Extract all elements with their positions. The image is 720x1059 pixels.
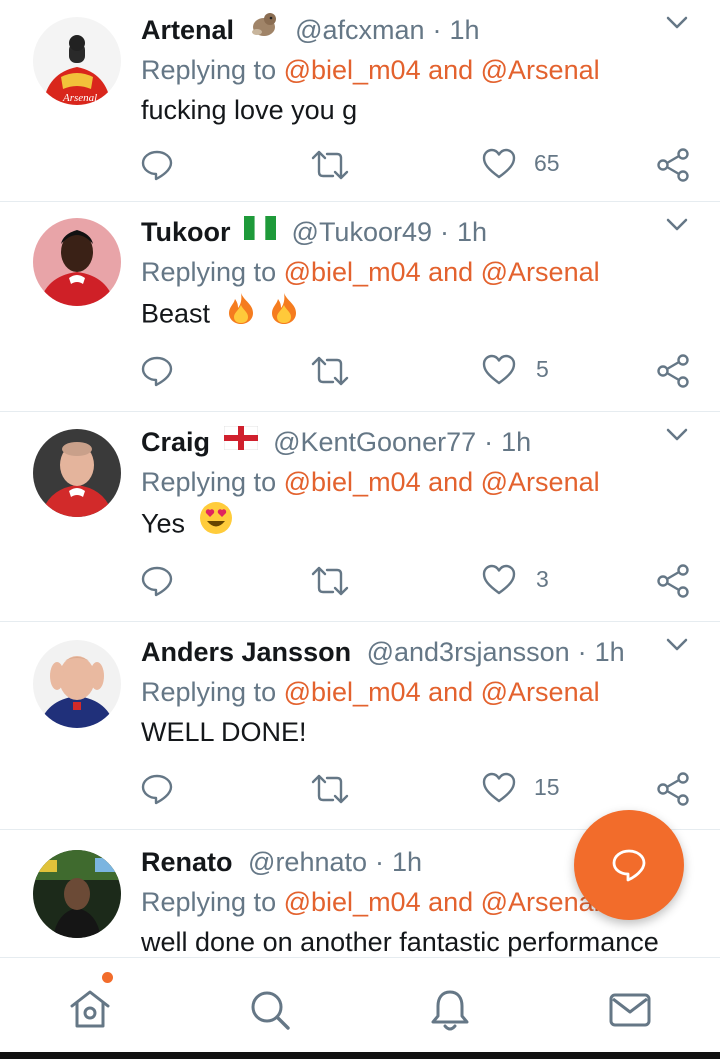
tweet-text: fucking love you g (141, 95, 358, 125)
avatar-image: Arsenal (33, 17, 121, 105)
like-count: 5 (536, 356, 549, 382)
retweet-icon[interactable] (311, 148, 349, 182)
share-icon[interactable] (656, 772, 690, 806)
avatar-image (33, 429, 121, 517)
timestamp: 1h (392, 847, 423, 877)
user-handle[interactable]: @KentGooner77 (273, 427, 476, 457)
tab-search[interactable] (246, 986, 294, 1034)
like-count: 65 (534, 150, 560, 176)
mention-link[interactable]: @biel_m04 and @Arsenal (284, 55, 600, 85)
mention-link[interactable]: @biel_m04 and @Arsenal (284, 887, 600, 917)
compose-reply-icon (612, 849, 646, 882)
avatar[interactable] (33, 850, 121, 938)
share-icon[interactable] (656, 354, 690, 388)
display-name[interactable]: Craig (141, 427, 210, 457)
mention-link[interactable]: @biel_m04 and @Arsenal (284, 677, 600, 707)
tweet-actions: 3 (0, 562, 720, 602)
share-icon[interactable] (656, 148, 690, 182)
display-name[interactable]: Tukoor (141, 217, 231, 247)
like-icon[interactable] (482, 354, 516, 386)
tweet-reply[interactable]: Arsenal Artenal @afcxman · 1h Replying to … (0, 0, 720, 202)
tab-notifications[interactable] (426, 986, 474, 1034)
tweet-text: Yes (141, 501, 233, 547)
replying-to: Replying to @biel_m04 and @Arsenal (141, 677, 600, 707)
fire-emoji (267, 291, 301, 334)
tweet-actions: 15 (0, 770, 720, 810)
like-icon[interactable] (482, 148, 516, 180)
notification-dot (102, 972, 113, 983)
timestamp: 1h (457, 217, 488, 247)
like-icon[interactable] (482, 564, 516, 596)
tweet-header: Tukoor @Tukoor49 · 1h (141, 214, 680, 250)
replying-to: Replying to @biel_m04 and @Arsenal (141, 467, 600, 497)
like-count: 15 (534, 774, 560, 800)
reply-icon[interactable] (140, 772, 174, 806)
chevron-down-icon[interactable] (666, 16, 688, 32)
tweet-text: WELL DONE! (141, 717, 307, 747)
avatar[interactable] (33, 640, 121, 728)
heart-eyes-emoji (199, 501, 233, 544)
search-icon (251, 991, 290, 1030)
chevron-down-icon[interactable] (666, 428, 688, 444)
display-name[interactable]: Artenal (141, 15, 234, 45)
retweet-icon[interactable] (311, 564, 349, 598)
tweet-reply[interactable]: Tukoor @Tukoor49 · 1h Replying to @biel_m0… (0, 202, 720, 412)
tab-home[interactable] (66, 986, 114, 1034)
tweet-reply[interactable]: Craig @KentGooner77 · 1h Replying to @biel… (0, 412, 720, 622)
replying-to: Replying to @biel_m04 and @Arsenal (141, 55, 600, 85)
reply-icon[interactable] (140, 354, 174, 388)
compose-reply-button[interactable] (574, 810, 684, 920)
tweet-actions: 5 (0, 352, 720, 392)
user-handle[interactable]: @Tukoor49 (292, 217, 432, 247)
chevron-down-icon[interactable] (666, 638, 688, 654)
avatar[interactable]: Arsenal (33, 17, 121, 105)
england-flag-icon (223, 423, 258, 459)
user-handle[interactable]: @afcxman (295, 15, 424, 45)
tweet-header: Anders Jansson @and3rsjansson · 1h (141, 637, 625, 667)
display-name[interactable]: Anders Jansson (141, 637, 351, 667)
home-icon (70, 990, 110, 1028)
timestamp: 1h (501, 427, 532, 457)
tweet-actions: 65 (0, 146, 720, 186)
tweet-header: Artenal @afcxman · 1h (141, 12, 680, 48)
mention-link[interactable]: @biel_m04 and @Arsenal (284, 257, 600, 287)
svg-text:Arsenal: Arsenal (62, 92, 97, 104)
replying-to: Replying to @biel_m04 and @Arsenal (141, 887, 600, 917)
like-icon[interactable] (482, 772, 516, 804)
avatar-image (33, 640, 121, 728)
tweet-text: Beast (141, 291, 301, 337)
avatar-image (33, 218, 121, 306)
otter-emoji (248, 10, 280, 47)
share-icon[interactable] (656, 564, 690, 598)
retweet-icon[interactable] (311, 772, 349, 806)
system-bar-edge (0, 1052, 720, 1059)
tweet-reply[interactable]: Anders Jansson @and3rsjansson · 1h Replyin… (0, 622, 720, 830)
tweet-text: well done on another fantastic performan… (141, 927, 659, 957)
user-handle[interactable]: @rehnato (248, 847, 367, 877)
replying-to: Replying to @biel_m04 and @Arsenal (141, 257, 600, 287)
bell-icon (431, 990, 469, 1031)
avatar[interactable] (33, 429, 121, 517)
timestamp: 1h (594, 637, 625, 667)
reply-icon[interactable] (140, 564, 174, 598)
like-count: 3 (536, 566, 549, 592)
reply-icon[interactable] (140, 148, 174, 182)
mail-icon (609, 993, 651, 1027)
user-handle[interactable]: @and3rsjansson (367, 637, 570, 667)
tweet-header: Craig @KentGooner77 · 1h (141, 424, 680, 460)
fire-emoji (224, 291, 258, 334)
nigeria-flag-icon (244, 213, 277, 249)
timestamp: 1h (449, 15, 480, 45)
display-name[interactable]: Renato (141, 847, 233, 877)
tab-messages[interactable] (606, 986, 654, 1034)
avatar-image (33, 850, 121, 938)
retweet-icon[interactable] (311, 354, 349, 388)
avatar[interactable] (33, 218, 121, 306)
mention-link[interactable]: @biel_m04 and @Arsenal (284, 467, 600, 497)
chevron-down-icon[interactable] (666, 218, 688, 234)
